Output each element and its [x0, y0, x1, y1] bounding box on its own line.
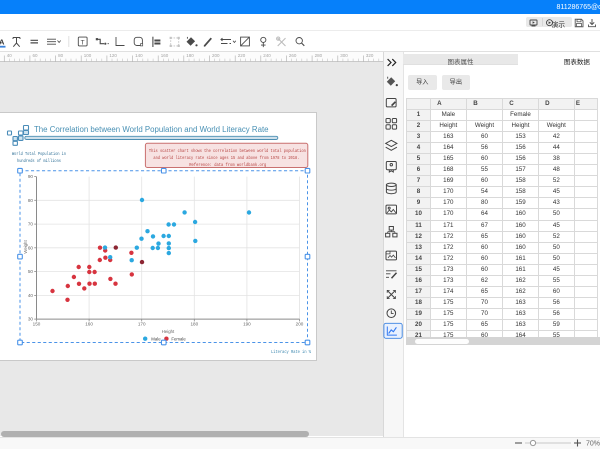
- svg-text:80: 80: [28, 198, 34, 203]
- svg-text:50: 50: [28, 269, 34, 274]
- svg-text:260: 260: [289, 52, 297, 57]
- svg-text:70%: 70%: [586, 440, 600, 447]
- svg-text:Height: Height: [162, 329, 175, 334]
- svg-text:180: 180: [190, 322, 198, 327]
- svg-text:200: 200: [296, 322, 304, 327]
- svg-text:240: 240: [263, 52, 271, 57]
- svg-text:300: 300: [340, 52, 348, 57]
- svg-text:90: 90: [28, 174, 34, 179]
- svg-text:40: 40: [7, 52, 13, 57]
- svg-text:180: 180: [186, 52, 194, 57]
- svg-text:160: 160: [85, 322, 93, 327]
- svg-text:Reference: data from worldbank: Reference: data from worldbank.org: [189, 162, 266, 168]
- svg-text:160: 160: [161, 52, 169, 57]
- svg-text:This scatter chart shows the c: This scatter chart shows the correlation…: [149, 148, 306, 154]
- svg-text:The Correlation between World: The Correlation between World Population…: [34, 125, 269, 134]
- svg-text:140: 140: [135, 52, 143, 57]
- svg-text:100: 100: [84, 52, 92, 57]
- svg-text:Literacy Rate in %: Literacy Rate in %: [271, 349, 311, 355]
- svg-text:120: 120: [109, 52, 117, 57]
- svg-text:170: 170: [138, 322, 146, 327]
- svg-text:A: A: [0, 37, 5, 46]
- svg-text:60: 60: [33, 52, 39, 57]
- svg-text:Female: Female: [171, 336, 186, 341]
- svg-text:80: 80: [58, 52, 64, 57]
- svg-text:World Total Population in: World Total Population in: [12, 151, 66, 157]
- svg-text:70: 70: [28, 222, 34, 227]
- svg-text:40: 40: [28, 293, 34, 298]
- svg-text:Male: Male: [151, 336, 161, 341]
- svg-text:150: 150: [33, 322, 41, 327]
- svg-text:280: 280: [315, 52, 323, 57]
- svg-text:190: 190: [243, 322, 251, 327]
- svg-text:and world literacy rate since: and world literacy rate since ages 15 an…: [153, 155, 299, 161]
- svg-text:200: 200: [212, 52, 220, 57]
- svg-text:T: T: [81, 39, 85, 46]
- svg-text:60: 60: [28, 245, 34, 250]
- svg-text:hundreds of millions: hundreds of millions: [17, 158, 61, 164]
- svg-text:220: 220: [238, 52, 246, 57]
- svg-text:Weight: Weight: [23, 240, 28, 254]
- svg-text:320: 320: [366, 52, 374, 57]
